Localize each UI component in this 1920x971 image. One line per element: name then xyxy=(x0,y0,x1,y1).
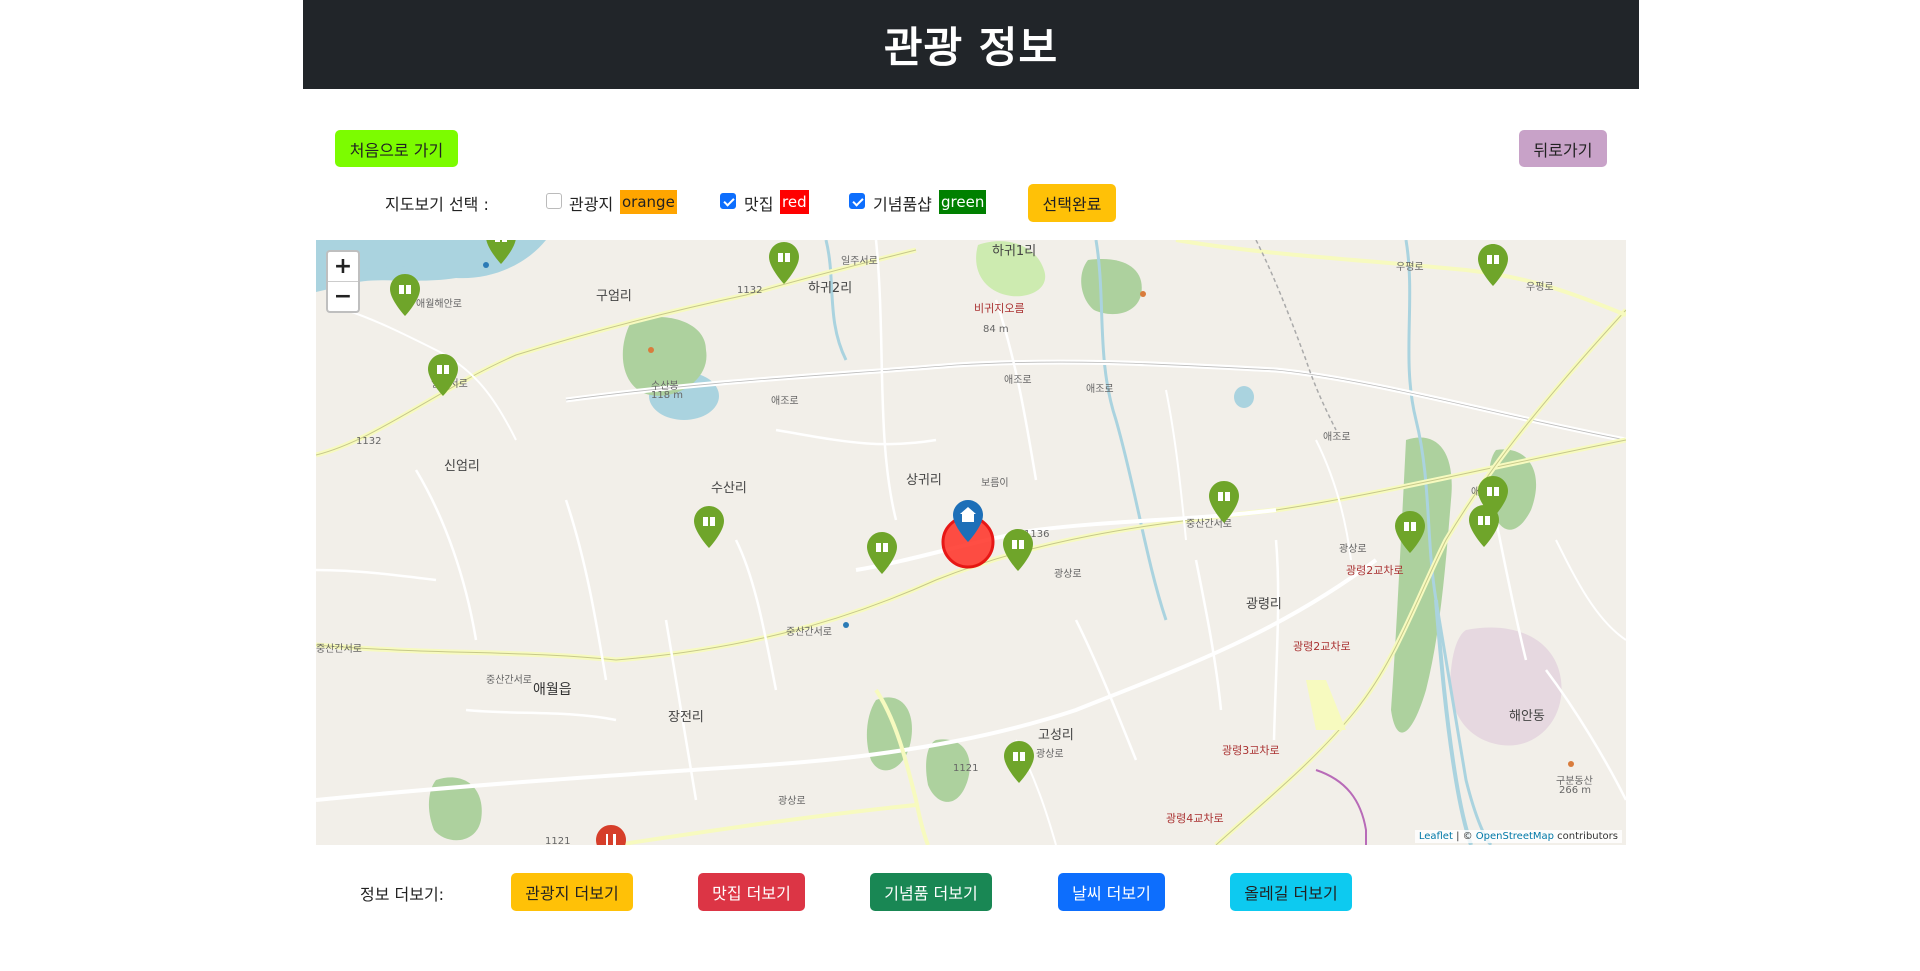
attribution-separator: | © xyxy=(1452,831,1476,842)
souvenir-shop-color-swatch: green xyxy=(939,190,987,214)
map-label-aejo-road: 애조로 xyxy=(771,396,799,407)
page-title: 관광 정보 xyxy=(883,23,1059,72)
map-label-gwangsang-road: 광상로 xyxy=(1339,544,1367,555)
map-label-gr3-junction: 광령3교차로 xyxy=(1222,744,1280,757)
map-label-sanggwiri: 상귀리 xyxy=(906,473,942,488)
map-label-gwangnyeongri: 광령리 xyxy=(1246,597,1282,612)
map-label-susanbong-elevation: 118 m xyxy=(651,390,684,401)
rail-path xyxy=(1255,240,1337,431)
map-label-aejo-road: 애조로 xyxy=(1004,375,1032,386)
more-weather-button[interactable]: 날씨 더보기 xyxy=(1058,873,1165,911)
map-label-jungsan-road: 중산간서로 xyxy=(786,627,832,638)
more-restaurants-button[interactable]: 맛집 더보기 xyxy=(698,873,805,911)
map-label-jungsan-road: 중산간서로 xyxy=(486,675,532,686)
restaurant-pin[interactable] xyxy=(596,825,626,845)
back-button[interactable]: 뒤로가기 xyxy=(1519,130,1607,167)
restaurant-color-swatch: red xyxy=(780,190,809,214)
road-upyeong xyxy=(1175,240,1626,317)
home-pin[interactable] xyxy=(953,500,983,542)
map-label-bigaeoreum: 비귀지오름 xyxy=(974,302,1025,315)
map-label-upyeong-road: 우평로 xyxy=(1396,262,1424,273)
map-label-hagwi2ri: 하귀2리 xyxy=(808,281,853,296)
map-label-gr-junction: 광령2교차로 xyxy=(1346,564,1404,577)
map-label-hagwi1ri: 하귀1리 xyxy=(992,244,1037,259)
more-tourist-spots-button[interactable]: 관광지 더보기 xyxy=(511,873,633,911)
district-boundary xyxy=(1315,769,1367,845)
wetland-yellow xyxy=(1306,680,1346,730)
map-label-road-1132: 1132 xyxy=(737,285,763,296)
openstreetmap-link[interactable]: OpenStreetMap xyxy=(1476,831,1554,842)
souvenir-shop-pin[interactable] xyxy=(486,240,516,264)
map-label-sinheomri: 신엄리 xyxy=(444,459,480,474)
page-header: 관광 정보 xyxy=(303,0,1639,89)
road-aejo xyxy=(565,361,1626,441)
map-label-aejo-road: 애조로 xyxy=(1323,432,1351,443)
selection-done-button[interactable]: 선택완료 xyxy=(1028,184,1116,222)
map-label-gr-junction: 광령2교차로 xyxy=(1293,640,1351,653)
map-label-jungsan-road: 중산간서로 xyxy=(316,644,362,655)
map-label-gwangsang-road: 광상로 xyxy=(778,796,806,807)
map-filter-label: 지도보기 선택 : xyxy=(385,195,489,214)
map-label-gwangsang-road: 광상로 xyxy=(1036,749,1064,760)
map-attribution: Leaflet | © OpenStreetMap contributors xyxy=(1414,830,1622,843)
souvenir-shop-option-label: 기념품샵 xyxy=(873,195,932,214)
home-button[interactable]: 처음으로 가기 xyxy=(335,130,458,167)
map-label-aejo-road: 애조로 xyxy=(1086,384,1114,395)
map-label-goseongri: 고성리 xyxy=(1038,728,1074,743)
souvenir-shop-pin[interactable] xyxy=(428,354,458,396)
peak-marker xyxy=(648,347,654,353)
souvenir-shop-pin[interactable] xyxy=(1209,481,1239,523)
leaflet-link[interactable]: Leaflet xyxy=(1419,831,1453,842)
map-label-susanri: 수산리 xyxy=(711,481,747,496)
map-label-road-1132: 1132 xyxy=(356,436,382,447)
more-souvenirs-button[interactable]: 기념품 더보기 xyxy=(870,873,992,911)
tourist-spot-checkbox[interactable] xyxy=(546,193,562,209)
souvenir-shop-pin[interactable] xyxy=(1395,511,1425,553)
urban-area xyxy=(1450,627,1562,746)
map-label-ilju-road: 일주서로 xyxy=(841,256,878,267)
map-label-jangjeonri: 장전리 xyxy=(668,710,704,725)
zoom-in-button[interactable]: + xyxy=(328,252,358,281)
zoom-control: + − xyxy=(326,250,360,313)
souvenir-shop-checkbox[interactable] xyxy=(849,193,865,209)
souvenir-shop-pin[interactable] xyxy=(867,532,897,574)
map-label-gwangsang-road: 광상로 xyxy=(1054,569,1082,580)
souvenir-shop-pin[interactable] xyxy=(1004,741,1034,783)
tourist-spot-option-label: 관광지 xyxy=(569,195,614,214)
map-label-boreumi: 보름이 xyxy=(981,478,1009,489)
tourist-spot-color-swatch: orange xyxy=(620,190,677,214)
map-label-gubun-elevation: 266 m xyxy=(1559,785,1592,796)
map-label-haeando: 해안동 xyxy=(1509,709,1545,724)
souvenir-shop-pin[interactable] xyxy=(390,274,420,316)
map-label-bigae-elevation: 84 m xyxy=(983,324,1009,335)
more-info-label: 정보 더보기: xyxy=(360,885,445,904)
restaurant-option-label: 맛집 xyxy=(744,195,774,214)
souvenir-shop-pin[interactable] xyxy=(1478,244,1508,286)
map-label-gr4-junction: 광령4교차로 xyxy=(1166,812,1224,825)
zoom-out-button[interactable]: − xyxy=(328,281,358,311)
peak-marker xyxy=(1568,761,1574,767)
map-label-aewol: 애월읍 xyxy=(533,682,572,698)
souvenir-shop-pin[interactable] xyxy=(694,506,724,548)
map-label-road-1121: 1121 xyxy=(545,836,571,845)
road-aejo xyxy=(565,359,1626,443)
map-label-aewol-coast-road: 애월해안로 xyxy=(416,299,462,310)
souvenir-shop-pin[interactable] xyxy=(1003,529,1033,571)
green-area xyxy=(1081,259,1142,315)
restaurant-checkbox[interactable] xyxy=(720,193,736,209)
building-dot xyxy=(843,622,849,628)
map-label-guyeomri: 구엄리 xyxy=(596,289,632,304)
souvenir-shop-pin[interactable] xyxy=(769,242,799,284)
map-view[interactable]: 구엄리 하귀2리 하귀1리 비귀지오름 84 m 수산봉 118 m 신엄리 수… xyxy=(316,240,1626,845)
souvenir-shop-pin[interactable] xyxy=(1469,505,1499,547)
map-label-upyeong-road: 우평로 xyxy=(1526,282,1554,293)
more-olle-trail-button[interactable]: 올레길 더보기 xyxy=(1230,873,1352,911)
peak-marker xyxy=(1140,291,1146,297)
attribution-suffix: contributors xyxy=(1554,831,1618,842)
small-pond xyxy=(1234,386,1254,408)
map-label-road-1121: 1121 xyxy=(953,763,979,774)
